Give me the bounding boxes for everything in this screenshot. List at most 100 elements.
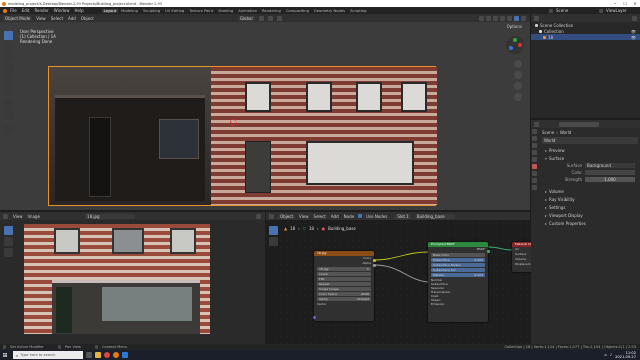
workspace-tab-uv-editing[interactable]: UV Editing — [163, 9, 186, 13]
rotate-tool-icon[interactable] — [4, 64, 13, 73]
section-surface[interactable]: ▾ Surface — [542, 154, 638, 162]
image-color-socket[interactable] — [372, 259, 376, 262]
image-select-tool-icon[interactable] — [4, 226, 13, 235]
pan-icon[interactable] — [514, 71, 522, 79]
file-explorer-icon[interactable] — [95, 352, 101, 358]
outliner-filter-icon[interactable] — [632, 15, 637, 21]
expand-arrow-icon[interactable]: ▸ — [545, 221, 547, 226]
surface-field[interactable]: Surface Background — [542, 162, 638, 169]
proportional-edit-icon[interactable] — [276, 15, 282, 21]
bsdf-panel-row[interactable]: Emission — [428, 302, 488, 306]
material-selector[interactable]: Building_base — [414, 213, 455, 219]
color-swatch[interactable] — [585, 170, 635, 175]
section-viewport-display[interactable]: ▸ Viewport Display — [542, 211, 638, 219]
image-selector[interactable]: 18.jpg — [85, 213, 136, 219]
shading-solid-icon[interactable] — [507, 15, 512, 21]
gizmo-icon[interactable] — [486, 15, 491, 21]
viewport-menu-add[interactable]: Add — [68, 16, 76, 21]
expand-arrow-icon[interactable]: ▸ — [545, 213, 547, 218]
workspace-tab-rendering[interactable]: Rendering — [260, 9, 283, 13]
workspace-tab-scripting[interactable]: Scripting — [348, 9, 368, 13]
expand-arrow-icon[interactable]: ▸ — [545, 189, 547, 194]
world-tab-icon[interactable] — [532, 164, 537, 169]
node-editor-type-icon[interactable] — [269, 213, 274, 219]
snap-icon[interactable] — [267, 15, 273, 21]
view-layer-selector[interactable]: ViewLayer — [606, 8, 636, 13]
navigation-gizmo[interactable] — [506, 36, 524, 54]
clock-date[interactable]: 2021-09-27 — [615, 355, 636, 359]
tool-tab-icon[interactable] — [532, 129, 537, 134]
render-tab-icon[interactable] — [532, 136, 537, 141]
xray-icon[interactable] — [500, 15, 505, 21]
annotate-tool-icon[interactable] — [4, 100, 13, 109]
node-menu-add[interactable]: Add — [331, 214, 339, 219]
gizmo-x-axis-icon[interactable] — [518, 43, 522, 47]
view-layer-tab-icon[interactable] — [532, 150, 537, 155]
building-mesh[interactable] — [48, 66, 437, 206]
image-editor[interactable] — [0, 220, 265, 344]
close-icon[interactable]: ✕ — [630, 1, 640, 6]
ortho-toggle-icon[interactable] — [514, 93, 522, 101]
expand-arrow-icon[interactable]: ▸ — [545, 148, 547, 153]
expand-arrow-icon[interactable]: ▸ — [545, 197, 547, 202]
image-texture-node[interactable]: 18.jpg Color Alpha 18.jpg ✕ Linear Flat Rep… — [312, 251, 376, 321]
image-sample-tool-icon[interactable] — [4, 248, 13, 257]
transform-orientation[interactable]: Global — [237, 15, 255, 21]
3d-viewport[interactable]: User Perspective (1) Collection | 1A Ren… — [0, 22, 530, 210]
image-node-field[interactable]: Single Image — [317, 287, 371, 291]
scene-selector[interactable]: Scene — [556, 8, 596, 13]
workspace-tab-sculpting[interactable]: Sculpting — [141, 9, 162, 13]
material-tab-icon[interactable] — [532, 185, 537, 190]
world-selector[interactable]: World — [542, 137, 638, 144]
workspace-tab-texture-paint[interactable]: Texture Paint — [187, 9, 215, 13]
node-menu-view[interactable]: View — [299, 214, 309, 219]
menu-help[interactable]: Help — [74, 8, 83, 13]
image-cursor-tool-icon[interactable] — [4, 237, 13, 246]
blender-taskbar-icon[interactable] — [113, 352, 119, 358]
menu-edit[interactable]: Edit — [22, 8, 30, 13]
section-ray-visibility[interactable]: ▸ Ray Visibility — [542, 195, 638, 203]
gizmo-y-axis-icon[interactable] — [513, 38, 517, 42]
slot-selector[interactable]: Slot 1 — [395, 213, 411, 219]
shading-material-icon[interactable] — [514, 15, 519, 21]
visibility-eye-icon[interactable]: 👁 — [631, 29, 636, 34]
menu-window[interactable]: Window — [54, 8, 70, 13]
visibility-icon[interactable] — [479, 15, 484, 21]
add-cube-tool-icon[interactable] — [4, 125, 13, 134]
bsdf-output-socket[interactable] — [486, 250, 490, 253]
bsdf-input-row[interactable]: Base Color — [431, 253, 485, 257]
section-custom-properties[interactable]: ▸ Custom Properties — [542, 219, 638, 227]
workspace-tab-layout[interactable]: Layout — [101, 8, 119, 13]
node-menu-select[interactable]: Select — [314, 214, 326, 219]
blender-menu-icon[interactable] — [3, 8, 7, 13]
image-node-field[interactable]: Repeat — [317, 282, 371, 286]
image-node-field[interactable]: Color Space sRGB — [317, 292, 371, 296]
expand-arrow-icon[interactable]: ▸ — [545, 205, 547, 210]
transform-tool-icon[interactable] — [4, 86, 13, 95]
strength-value[interactable]: 1.000 — [585, 177, 635, 182]
bsdf-input-row[interactable]: Subsurface Radius — [431, 263, 485, 267]
object-visibility-eye-icon[interactable]: 👁 — [631, 35, 636, 40]
workspace-tab-modeling[interactable]: Modeling — [119, 9, 140, 13]
image-menu-view[interactable]: View — [13, 214, 23, 219]
image-alpha-socket[interactable] — [372, 264, 376, 267]
workspace-tab-compositing[interactable]: Compositing — [284, 9, 311, 13]
select-tool-icon[interactable] — [4, 31, 13, 40]
viewport-menu-select[interactable]: Select — [51, 16, 63, 21]
use-nodes-checkbox[interactable] — [358, 214, 363, 218]
mode-selector[interactable]: Object Mode — [3, 15, 33, 21]
section-preview[interactable]: ▸ Preview — [542, 146, 638, 154]
section-settings[interactable]: ▸ Settings — [542, 203, 638, 211]
image-close-icon[interactable] — [256, 213, 261, 219]
bsdf-input-row[interactable]: Metallic 0.000 — [431, 273, 485, 277]
bsdf-input-row[interactable]: Subsurface Col — [431, 268, 485, 272]
task-view-icon[interactable] — [86, 352, 92, 358]
outliner-item-object[interactable]: 18 👁 — [531, 34, 640, 40]
scene-tab-icon[interactable] — [532, 157, 537, 162]
section-volume[interactable]: ▸ Volume — [542, 187, 638, 195]
image-node-field[interactable]: Alpha Straight — [317, 297, 371, 301]
modifier-tab-icon[interactable] — [532, 178, 537, 183]
image-node-field[interactable]: Linear — [317, 272, 371, 276]
properties-editor-icon[interactable] — [534, 121, 539, 127]
workspace-tab-animation[interactable]: Animation — [236, 9, 259, 13]
